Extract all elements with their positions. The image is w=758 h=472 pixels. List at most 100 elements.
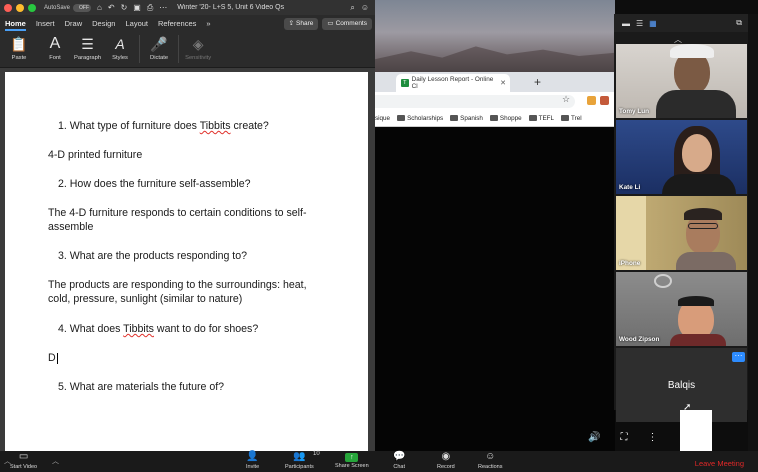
share-screen-icon: ↑ [345, 453, 359, 462]
maximize-window-button[interactable] [28, 3, 36, 12]
bookmark-item[interactable]: Shoppe [489, 114, 522, 122]
print-icon[interactable]: ⎙ [147, 3, 153, 13]
tab-references[interactable]: References [153, 15, 201, 32]
sensitivity-button[interactable]: ◈ Sensitivity [185, 35, 211, 62]
question-text: want to do for shoes? [153, 323, 259, 335]
extension-icon[interactable] [600, 96, 609, 105]
word-title-bar: AutoSave OFF ⌂ ↶ ↻ ▣ ⎙ ⋯ Winter '20- L+S… [0, 0, 375, 15]
styles-button[interactable]: A Styles [107, 35, 133, 61]
invite-button[interactable]: 👤 Invite [246, 451, 259, 472]
bookmark-item[interactable]: TEFL [528, 114, 555, 122]
close-window-button[interactable] [4, 3, 12, 12]
paste-button[interactable]: 📋 Paste [6, 35, 32, 62]
sensitivity-icon: ◈ [192, 35, 204, 52]
bookmark-label: Shoppe [499, 114, 522, 122]
close-tab-icon[interactable]: ✕ [500, 79, 506, 87]
folder-icon [397, 115, 406, 121]
misspelled-word[interactable]: Tibbits [123, 323, 154, 335]
participant-tile[interactable]: Tomy Lun [616, 44, 747, 118]
word-window: AutoSave OFF ⌂ ↶ ↻ ▣ ⎙ ⋯ Winter '20- L+S… [0, 0, 375, 451]
start-video-button[interactable]: ▭ Start Video [10, 451, 37, 472]
minimize-panel-icon[interactable]: ▬ [622, 19, 630, 28]
minimize-window-button[interactable] [16, 3, 24, 12]
video-options-caret-icon[interactable]: ︿ [52, 456, 59, 466]
share-button[interactable]: ⇪ Share [283, 17, 319, 30]
chat-label: Chat [393, 464, 406, 470]
participants-button[interactable]: 👥 Participants [285, 451, 314, 472]
blank-window [680, 410, 712, 451]
tab-design[interactable]: Design [87, 15, 120, 32]
participant-tile[interactable]: Kate Li [616, 120, 747, 194]
bookmark-label: Scholarships [407, 114, 444, 122]
answer-1: 4-D printed furniture [48, 149, 143, 161]
question-2: 2. How does the furniture self-assemble? [58, 178, 251, 190]
panel-view-controls: ▬ ☰ ▦ ⧉ [614, 14, 748, 32]
more-options-icon[interactable]: ⋮ [647, 432, 657, 443]
reactions-icon: ☺ [485, 451, 496, 462]
save-icon[interactable]: ▣ [133, 3, 141, 13]
smiley-icon[interactable]: ☺ [361, 3, 369, 13]
volume-icon[interactable]: 🔊 [588, 432, 600, 443]
participants-label: Participants [285, 464, 314, 470]
reactions-button[interactable]: ☺ Reactions [478, 451, 502, 472]
tab-overflow[interactable]: » [201, 15, 215, 32]
folder-icon [561, 115, 570, 121]
address-bar[interactable] [375, 95, 575, 108]
paragraph-button[interactable]: ☰ Paragraph [74, 35, 101, 62]
bookmark-item[interactable]: Spanish [450, 115, 483, 122]
leave-meeting-button[interactable]: Leave Meeting [695, 459, 744, 468]
fullscreen-icon[interactable]: ⛶ [620, 432, 627, 443]
bookmark-label: sique [375, 114, 391, 122]
question-1: 1. What type of furniture does Tibbits c… [58, 119, 269, 133]
invite-label: Invite [246, 464, 260, 470]
bookmark-item[interactable]: Scholarships [397, 115, 443, 122]
document-page[interactable]: 1. What type of furniture does Tibbits c… [5, 72, 368, 451]
tab-layout[interactable]: Layout [120, 15, 153, 32]
participant-tile[interactable]: iPhone [616, 196, 747, 270]
font-icon: A [49, 35, 61, 52]
undo-icon[interactable]: ↶ [108, 3, 115, 13]
tab-insert[interactable]: Insert [31, 15, 60, 32]
bookmark-label: Spanish [460, 114, 483, 122]
comments-label: Comments [335, 19, 367, 27]
bookmark-label: TEFL [538, 114, 555, 122]
browser-tab[interactable]: T Daily Lesson Report - Online Cl ✕ [396, 74, 510, 92]
share-screen-button[interactable]: ↑ Share Screen [335, 451, 369, 472]
bookmark-item[interactable]: sique [375, 115, 390, 122]
window-layout-icon[interactable]: ⧉ [736, 18, 742, 28]
video-controls: 🔊 ⛶ ⋮ [588, 432, 657, 443]
answer-4: D [48, 351, 328, 365]
sheets-favicon-icon: T [401, 79, 409, 87]
folder-icon [528, 115, 537, 121]
comments-button[interactable]: ▭ Comments [322, 17, 372, 30]
tab-home[interactable]: Home [0, 15, 31, 32]
gallery-view-icon[interactable]: ▦ [649, 19, 657, 28]
video-off-icon: ▭ [18, 451, 29, 462]
dictate-button[interactable]: 🎤 Dictate [146, 35, 172, 62]
list-view-icon[interactable]: ☰ [636, 19, 643, 28]
participants-count: 10 [313, 451, 320, 457]
autosave-toggle[interactable]: OFF [73, 3, 92, 12]
new-tab-button[interactable]: + [534, 75, 541, 89]
bookmark-label: Trel [571, 114, 582, 122]
home-icon[interactable]: ⌂ [97, 3, 102, 13]
extension-icon[interactable] [587, 96, 596, 105]
misspelled-word[interactable]: Tibbits [200, 120, 231, 132]
font-button[interactable]: A Font [42, 35, 68, 61]
folder-icon [489, 115, 498, 121]
participant-tile[interactable]: Wood Zipson [616, 272, 747, 346]
browser-tab-title: Daily Lesson Report - Online Cl [411, 76, 494, 90]
bookmark-star-icon[interactable]: ☆ [562, 94, 570, 105]
comment-icon: ▭ [327, 19, 334, 27]
question-4: 4. What does Tibbits want to do for shoe… [58, 322, 258, 336]
tab-draw[interactable]: Draw [60, 15, 88, 32]
record-button[interactable]: ◉ Record [437, 451, 455, 472]
bookmark-item[interactable]: Trel [561, 115, 582, 122]
more-icon[interactable]: ⋯ [159, 3, 167, 13]
styles-label: Styles [112, 55, 128, 61]
redo-icon[interactable]: ↻ [121, 3, 128, 13]
chat-button[interactable]: 💬 Chat [393, 451, 405, 472]
dictate-label: Dictate [150, 55, 169, 61]
search-icon[interactable]: ⌕ [350, 3, 354, 13]
participant-more-button[interactable]: ··· [732, 352, 745, 362]
